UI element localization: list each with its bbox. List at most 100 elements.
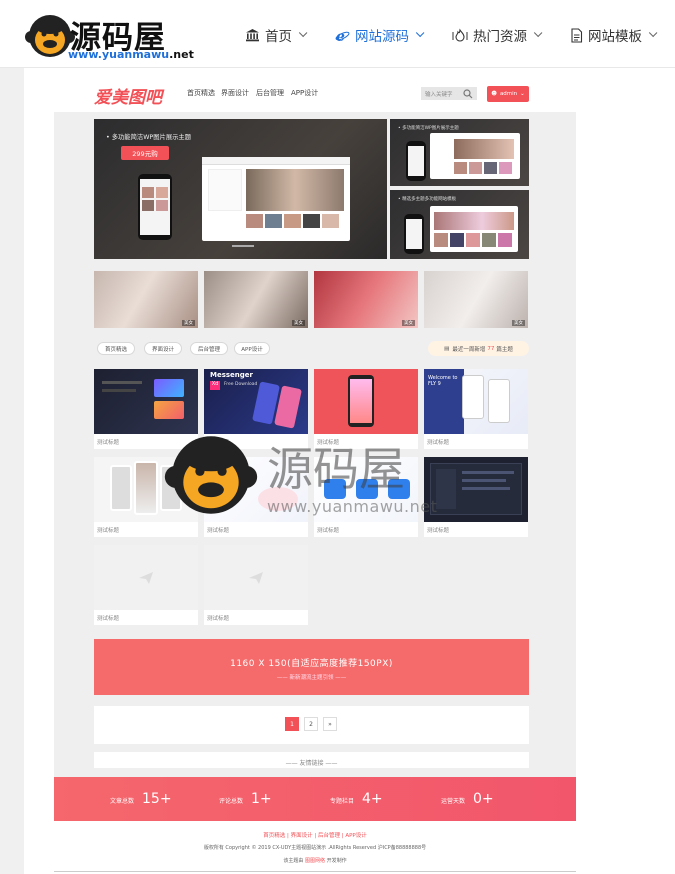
mockup-laptop xyxy=(430,133,520,179)
tab-app-design[interactable]: APP设计 xyxy=(234,342,270,355)
page-2-button[interactable]: 2 xyxy=(304,717,318,731)
post-thumbnail xyxy=(94,457,198,522)
post-card[interactable]: 测试标题 xyxy=(204,457,308,537)
friend-links-title: —— 友情链接 —— xyxy=(94,752,529,768)
nav-label: 网站源码 xyxy=(355,29,409,45)
post-thumbnail xyxy=(314,457,418,522)
nav-label: 热门资源 xyxy=(473,29,527,45)
preview-logo[interactable]: 爱美图吧 xyxy=(94,83,162,108)
nav-home[interactable]: 首页 xyxy=(245,25,308,45)
footer-theme-credit: 该主题由 图图网络 开发制作 xyxy=(283,858,347,864)
paper-plane-icon xyxy=(249,572,263,584)
mockup-phone xyxy=(138,174,172,240)
post-thumbnail: Welcome to FLY 9 xyxy=(424,369,528,434)
hero-text: • 多功能简洁WP图片展示主题 xyxy=(106,134,192,141)
post-card[interactable]: 测试标题 xyxy=(94,369,198,449)
photo-tag: 美女 xyxy=(182,320,195,326)
nav-label: 首页 xyxy=(265,29,292,45)
post-title: 测试标题 xyxy=(317,440,340,446)
chevron-down-icon xyxy=(298,28,308,38)
post-title: 测试标题 xyxy=(207,440,230,446)
nav-site-templates[interactable]: 网站模板 xyxy=(570,25,658,45)
chevron-down-icon xyxy=(648,28,658,38)
post-card[interactable]: 测试标题 xyxy=(314,369,418,449)
stat-days: 运营天数 0+ xyxy=(441,791,494,807)
site-logo[interactable]: 源码屋 www.yuanmawu.net xyxy=(24,10,194,62)
photo-tag: 美女 xyxy=(292,320,305,326)
post-title: 测试标题 xyxy=(97,616,120,622)
banner-caption: • 精选多主题多功能网站模板 xyxy=(398,197,457,202)
preview-nav-item[interactable]: APP设计 xyxy=(291,88,318,98)
tab-ui-design[interactable]: 界面设计 xyxy=(144,342,182,355)
search-icon[interactable] xyxy=(463,89,473,99)
hero-side-banner[interactable]: • 多功能简洁WP图片展示主题 xyxy=(390,119,529,186)
photo-thumbnail[interactable]: 美女 xyxy=(314,271,418,328)
next-page-button[interactable]: » xyxy=(323,717,337,731)
post-title: 测试标题 xyxy=(97,440,120,446)
photo-tag: 美女 xyxy=(512,320,525,326)
stat-topics: 专题栏目 4+ xyxy=(330,791,383,807)
post-card[interactable]: 测试标题 xyxy=(94,457,198,537)
hero-side-banner[interactable]: • 精选多主题多功能网站模板 xyxy=(390,190,529,259)
post-title: 测试标题 xyxy=(317,528,340,534)
preview-nav-item[interactable]: 后台管理 xyxy=(256,88,284,98)
post-card[interactable]: 测试标题 xyxy=(204,545,308,625)
stat-posts: 文章总数 15+ xyxy=(110,791,172,807)
fire-icon xyxy=(452,27,468,42)
preview-nav-item[interactable]: 界面设计 xyxy=(221,88,249,98)
post-thumbnail xyxy=(94,369,198,434)
post-title: 测试标题 xyxy=(427,528,450,534)
hero-slide[interactable]: • 多功能简洁WP图片展示主题 299元购 xyxy=(94,119,387,259)
mockup-phone xyxy=(406,141,426,181)
ad-banner[interactable]: 1160 X 150(自适应高度推荐150PX) —— 新新潮流主题引领 —— xyxy=(94,639,529,695)
mockup-phone xyxy=(404,214,424,254)
ie-icon: e xyxy=(335,29,350,43)
tab-admin[interactable]: 后台管理 xyxy=(190,342,228,355)
pagination: 1 2 » xyxy=(94,706,529,744)
post-card[interactable]: Welcome to FLY 9 测试标题 xyxy=(424,369,528,449)
post-thumbnail xyxy=(314,369,418,434)
tab-featured[interactable]: 首页精选 xyxy=(97,342,135,355)
weekly-update-notice[interactable]: ▤ 最近一周新增 77 篇主题 xyxy=(428,341,529,356)
nav-hot-resources[interactable]: 热门资源 xyxy=(452,25,543,45)
stat-comments: 评论总数 1+ xyxy=(219,791,272,807)
mockup-laptop xyxy=(202,157,350,241)
post-card[interactable]: Messenger Xd Free Download 测试标题 xyxy=(204,369,308,449)
post-title: 测试标题 xyxy=(427,440,450,446)
post-thumbnail: Messenger Xd Free Download xyxy=(204,369,308,434)
post-title: 测试标题 xyxy=(207,616,230,622)
theme-author-link[interactable]: 图图网络 xyxy=(305,858,325,864)
post-card[interactable]: 测试标题 xyxy=(314,457,418,537)
ad-size-text: 1160 X 150(自适应高度推荐150PX) xyxy=(230,659,393,669)
bank-icon xyxy=(246,29,259,42)
chevron-down-icon: ⌄ xyxy=(520,91,525,97)
footer-copyright: 版权所有 Copyright © 2019 CX-UDY主题视图站演示 .All… xyxy=(203,845,427,851)
left-gutter xyxy=(0,68,24,874)
user-icon: ☻ xyxy=(491,91,497,97)
post-card[interactable]: 测试标题 xyxy=(424,457,528,537)
photo-thumbnail[interactable]: 美女 xyxy=(424,271,528,328)
theme-preview: 爱美图吧 首页精选 界面设计 后台管理 APP设计 输入关键字 ☻ admin ⌄ … xyxy=(54,72,576,874)
post-thumbnail xyxy=(424,457,528,522)
preview-nav-item[interactable]: 首页精选 xyxy=(187,88,215,98)
calendar-icon: ▤ xyxy=(444,345,450,352)
post-thumbnail xyxy=(204,545,308,610)
preview-header: 爱美图吧 首页精选 界面设计 后台管理 APP设计 输入关键字 ☻ admin ⌄ xyxy=(54,72,576,112)
nav-label: 网站模板 xyxy=(588,29,642,45)
site-header: 源码屋 www.yuanmawu.net 首页 e 网站源码 热门资源 网站模板 xyxy=(0,0,675,68)
photo-thumbnail[interactable]: 美女 xyxy=(94,271,198,328)
page-1-button[interactable]: 1 xyxy=(285,717,299,731)
photo-thumbnail[interactable]: 美女 xyxy=(204,271,308,328)
document-icon xyxy=(571,27,583,43)
preview-login-button[interactable]: ☻ admin ⌄ xyxy=(487,86,529,102)
price-badge[interactable]: 299元购 xyxy=(121,146,169,160)
banner-caption: • 多功能简洁WP图片展示主题 xyxy=(398,126,459,131)
mockup-laptop xyxy=(430,206,518,252)
nav-source-code[interactable]: e 网站源码 xyxy=(335,25,425,45)
post-card[interactable]: 测试标题 xyxy=(94,545,198,625)
post-title: 测试标题 xyxy=(97,528,120,534)
footer-links[interactable]: 首页精选 | 界面设计 | 后台管理 | APP设计 xyxy=(54,831,576,839)
post-title: 测试标题 xyxy=(207,528,230,534)
post-thumbnail xyxy=(94,545,198,610)
ad-slogan: —— 新新潮流主题引领 —— xyxy=(276,675,347,681)
